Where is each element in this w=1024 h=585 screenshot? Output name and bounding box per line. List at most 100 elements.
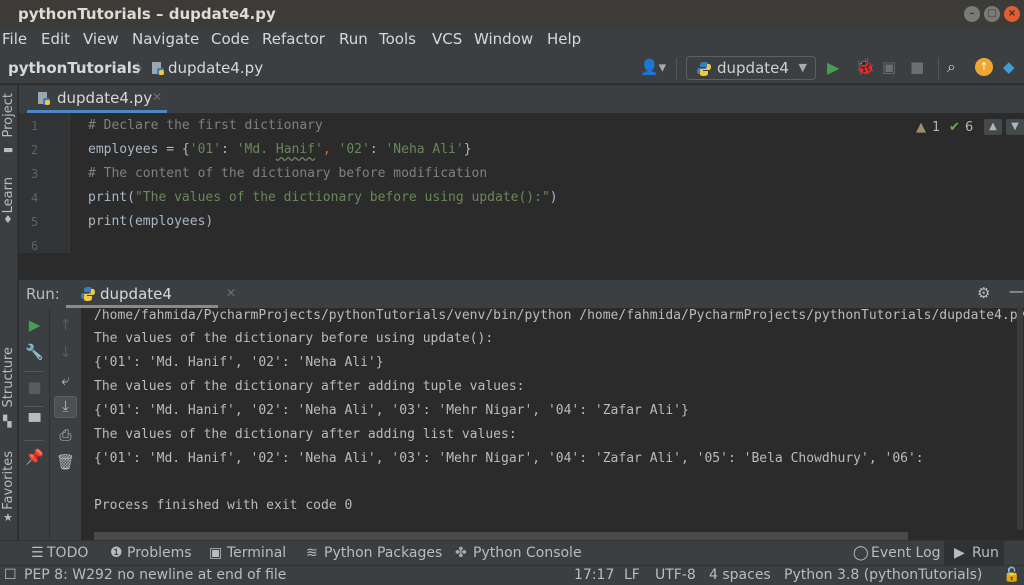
menu-run[interactable]: Run — [339, 30, 368, 48]
python-file-icon — [152, 62, 164, 75]
tool-tab-problems[interactable]: Problems — [127, 545, 192, 561]
scroll-to-end-icon[interactable]: ⤓ — [54, 396, 77, 418]
tool-tab-python-console[interactable]: Python Console — [473, 545, 582, 561]
code-line-1: # Declare the first dictionary — [88, 118, 323, 133]
previous-highlight-button[interactable]: ▲ — [984, 119, 1002, 135]
rerun-icon[interactable]: ▶ — [19, 316, 50, 334]
tool-tab-python-packages[interactable]: Python Packages — [324, 545, 442, 561]
debug-icon[interactable]: 🐞 — [855, 57, 875, 76]
typo-count[interactable]: 6 — [965, 120, 973, 135]
plugin-icon[interactable]: ◆ — [1003, 58, 1015, 76]
warning-count[interactable]: 1 — [932, 120, 940, 135]
run-toolbar-secondary: ↑ ↓ ⤶ ⤓ ⎙ 🗑 — [50, 308, 81, 540]
tool-tab-terminal[interactable]: Terminal — [227, 545, 286, 561]
toggle-tool-windows-icon[interactable]: ☐ — [4, 567, 17, 583]
up-arrow-icon[interactable]: ↑ — [50, 316, 81, 334]
tool-tab-todo[interactable]: TODO — [47, 545, 88, 561]
horizontal-scrollbar[interactable] — [94, 532, 908, 540]
run-configuration-dropdown[interactable]: dupdate4 ▼ — [686, 56, 816, 80]
code-token: "The values of the dictionary before usi… — [134, 190, 550, 205]
hide-panel-icon[interactable]: — — [1009, 282, 1024, 300]
cursor-position[interactable]: 17:17 — [574, 567, 614, 583]
console-line: The values of the dictionary after addin… — [94, 379, 525, 394]
stop-icon[interactable]: ■ — [910, 58, 924, 76]
menu-edit[interactable]: Edit — [41, 30, 70, 48]
code-token: = { — [158, 142, 190, 157]
run-tab-icon: ▶ — [954, 545, 965, 561]
menu-navigate[interactable]: Navigate — [132, 30, 199, 48]
menu-view[interactable]: View — [83, 30, 119, 48]
warning-icon[interactable]: ▲ — [916, 120, 926, 135]
star-icon: ★ — [3, 511, 13, 524]
code-token: print( — [88, 190, 135, 205]
run-icon[interactable]: ▶ — [827, 58, 839, 77]
run-tab-dupdate4[interactable]: dupdate4 ✕ — [66, 280, 236, 308]
search-icon[interactable]: ⌕ — [947, 57, 956, 77]
typo-check-icon[interactable]: ✔ — [949, 120, 960, 135]
menu-vcs[interactable]: VCS — [432, 30, 462, 48]
tool-window-learn[interactable]: Learn — [1, 177, 16, 213]
gear-icon[interactable]: ⚙ — [977, 284, 990, 302]
tool-window-structure[interactable]: Structure — [1, 347, 16, 407]
lock-icon[interactable]: 🔓 — [1003, 567, 1020, 583]
python-console-icon: ✤ — [455, 545, 467, 561]
code-editor[interactable]: 1 2 3 4 5 6 # Declare the first dictiona… — [19, 113, 1024, 253]
pin-icon[interactable]: 📌 — [19, 448, 50, 466]
breadcrumb-project[interactable]: pythonTutorials — [8, 59, 141, 77]
menu-tools[interactable]: Tools — [379, 30, 416, 48]
code-line-4: print("The values of the dictionary befo… — [88, 190, 558, 205]
tool-tab-event-log[interactable]: Event Log — [871, 545, 941, 561]
run-panel-header: Run: dupdate4 ✕ ⚙ — — [19, 280, 1024, 308]
tool-tab-run[interactable]: ▶ Run — [944, 541, 1004, 566]
run-console-output[interactable]: /home/fahmida/PycharmProjects/pythonTuto… — [81, 308, 1024, 540]
code-line-3: # The content of the dictionary before m… — [88, 166, 488, 181]
run-panel-label: Run: — [26, 285, 60, 303]
trash-icon[interactable]: 🗑 — [50, 453, 81, 471]
code-token: '01' — [189, 142, 222, 157]
code-token: : — [369, 142, 386, 157]
close-tab-icon[interactable]: ✕ — [152, 90, 162, 104]
menu-file[interactable]: File — [2, 30, 27, 48]
packages-icon: ≋ — [306, 545, 318, 561]
indent-setting[interactable]: 4 spaces — [709, 567, 771, 583]
chevron-down-icon: ▼ — [798, 61, 807, 74]
user-icon[interactable]: 👤▾ — [640, 58, 666, 76]
tool-window-project[interactable]: Project — [1, 93, 16, 137]
python-icon — [697, 62, 711, 76]
coverage-icon[interactable]: ▣ — [882, 58, 896, 76]
menu-help[interactable]: Help — [547, 30, 581, 48]
editor-tab-dupdate4[interactable]: dupdate4.py ✕ — [27, 85, 167, 113]
print-icon[interactable]: ⎙ — [50, 426, 81, 444]
editor-tab-bar: dupdate4.py ✕ — [19, 85, 1024, 113]
next-highlight-button[interactable]: ▼ — [1006, 119, 1024, 135]
breadcrumb-file[interactable]: dupdate4.py — [168, 59, 263, 77]
update-icon[interactable]: ↑ — [975, 58, 993, 76]
minimize-button[interactable]: – — [964, 6, 980, 22]
code-token: employees — [88, 142, 159, 157]
toolbar-separator — [24, 406, 44, 407]
layout-icon[interactable]: ▀ — [19, 413, 50, 431]
status-bar: ☐ PEP 8: W292 no newline at end of file … — [0, 565, 1024, 585]
menu-window[interactable]: Window — [474, 30, 533, 48]
stop-icon[interactable]: ■ — [19, 378, 50, 396]
wrench-icon[interactable]: 🔧 — [19, 343, 50, 361]
python-interpreter[interactable]: Python 3.8 (pythonTutorials) — [784, 567, 982, 583]
menu-refactor[interactable]: Refactor — [262, 30, 325, 48]
tool-tab-run-label: Run — [972, 545, 999, 561]
menu-code[interactable]: Code — [211, 30, 249, 48]
maximize-button[interactable]: □ — [984, 6, 1000, 22]
soft-wrap-icon[interactable]: ⤶ — [50, 371, 81, 389]
line-ending[interactable]: LF — [624, 567, 640, 583]
close-run-tab-icon[interactable]: ✕ — [226, 286, 236, 300]
tool-window-favorites[interactable]: Favorites — [1, 451, 16, 510]
code-token: print( — [88, 214, 135, 229]
python-file-icon — [38, 92, 50, 105]
status-message[interactable]: PEP 8: W292 no newline at end of file — [24, 567, 286, 583]
close-button[interactable]: × — [1004, 6, 1020, 22]
window-title: pythonTutorials – dupdate4.py — [18, 5, 276, 23]
toolbar-separator — [938, 58, 939, 80]
code-line-2: employees = {'01': 'Md. Hanif', '02': 'N… — [88, 142, 472, 157]
vertical-scrollbar[interactable] — [1017, 308, 1023, 530]
down-arrow-icon[interactable]: ↓ — [50, 343, 81, 361]
file-encoding[interactable]: UTF-8 — [655, 567, 696, 583]
